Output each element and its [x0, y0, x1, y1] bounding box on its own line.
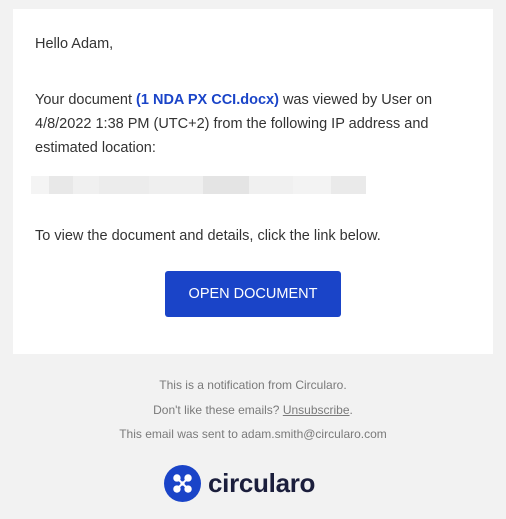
instruction-text: To view the document and details, click … — [35, 228, 381, 244]
open-document-button[interactable]: OPEN DOCUMENT — [165, 271, 341, 317]
brand-logo: circularo — [164, 463, 315, 503]
greeting: Hello Adam, — [35, 36, 114, 52]
unsubscribe-prefix: Don't like these emails? — [153, 403, 283, 417]
view-notice-prefix: Your document — [35, 92, 137, 108]
redacted-ip-location — [31, 176, 366, 194]
circularo-logo-icon — [164, 464, 201, 502]
footer-sent-to: This email was sent to adam.smith@circul… — [119, 427, 387, 441]
unsubscribe-link[interactable]: Unsubscribe — [283, 403, 350, 417]
brand-name: circularo — [208, 467, 316, 498]
footer-notification: This is a notification from Circularo. — [159, 378, 347, 392]
footer-unsubscribe-line: Don't like these emails? Unsubscribe. — [0, 402, 506, 418]
unsubscribe-suffix: . — [349, 403, 353, 417]
document-name-link[interactable]: (1 NDA PX CCI.docx) — [136, 92, 279, 108]
view-notice: Your document (1 NDA PX CCI.docx) was vi… — [35, 88, 435, 160]
email-card: Hello Adam, Your document (1 NDA PX CCI.… — [13, 9, 493, 354]
